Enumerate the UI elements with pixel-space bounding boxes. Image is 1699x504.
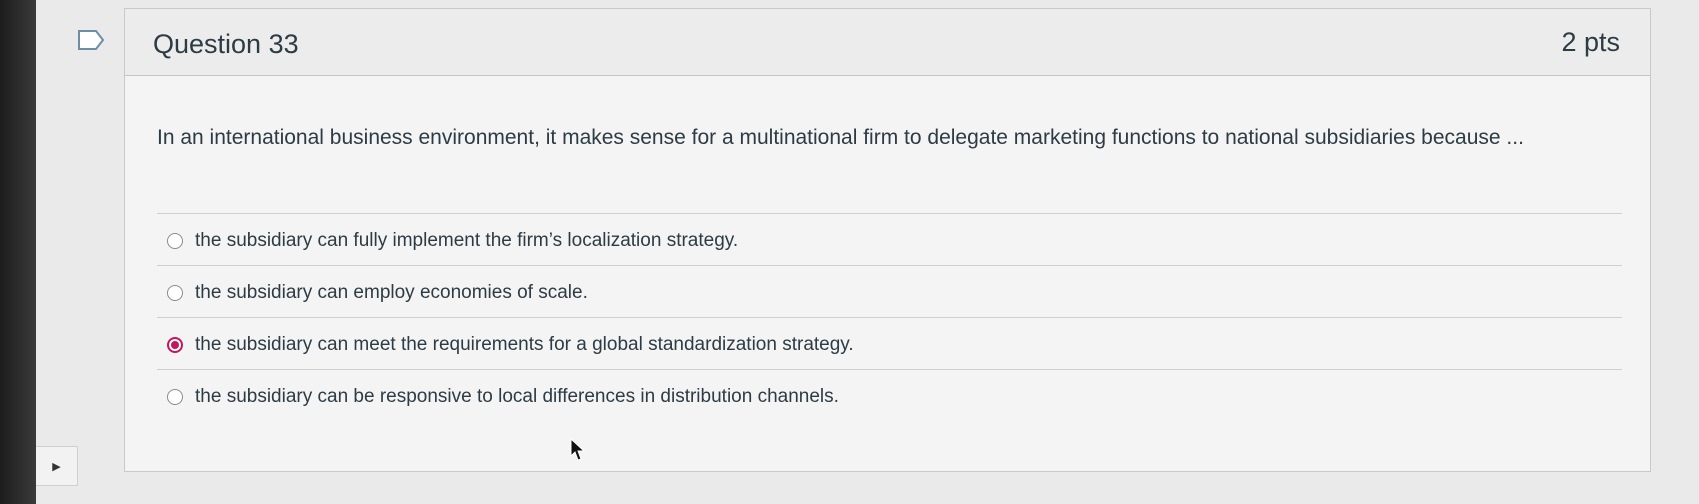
answer-option-2[interactable]: the subsidiary can employ economies of s… <box>167 273 1607 313</box>
answer-option-4[interactable]: the subsidiary can be responsive to loca… <box>167 377 1607 417</box>
screen-bezel <box>0 0 36 504</box>
answer-label: the subsidiary can employ economies of s… <box>195 282 588 303</box>
answer-option-3[interactable]: the subsidiary can meet the requirements… <box>167 325 1607 365</box>
answer-option-1[interactable]: the subsidiary can fully implement the f… <box>167 221 1607 261</box>
radio-button-unselected[interactable] <box>167 389 183 405</box>
question-card: Question 33 2 pts In an international bu… <box>124 8 1651 472</box>
mouse-pointer-icon <box>570 438 586 461</box>
radio-button-unselected[interactable] <box>167 285 183 301</box>
flag-question-icon[interactable] <box>78 30 104 50</box>
answer-divider <box>157 213 1622 214</box>
answer-label: the subsidiary can meet the requirements… <box>195 334 854 355</box>
question-points: 2 pts <box>1561 27 1620 57</box>
sidebar-toggle-button[interactable]: ▶ <box>36 446 78 486</box>
answer-divider <box>157 317 1622 318</box>
radio-button-unselected[interactable] <box>167 233 183 249</box>
answer-divider <box>157 369 1622 370</box>
answer-divider <box>157 265 1622 266</box>
question-header: Question 33 2 pts <box>125 9 1650 76</box>
radio-button-selected[interactable] <box>167 337 183 353</box>
answer-label: the subsidiary can fully implement the f… <box>195 230 739 251</box>
question-title: Question 33 <box>153 29 299 59</box>
triangle-right-icon: ▶ <box>52 460 61 473</box>
question-text: In an international business environment… <box>157 126 1524 149</box>
answer-label: the subsidiary can be responsive to loca… <box>195 386 839 407</box>
